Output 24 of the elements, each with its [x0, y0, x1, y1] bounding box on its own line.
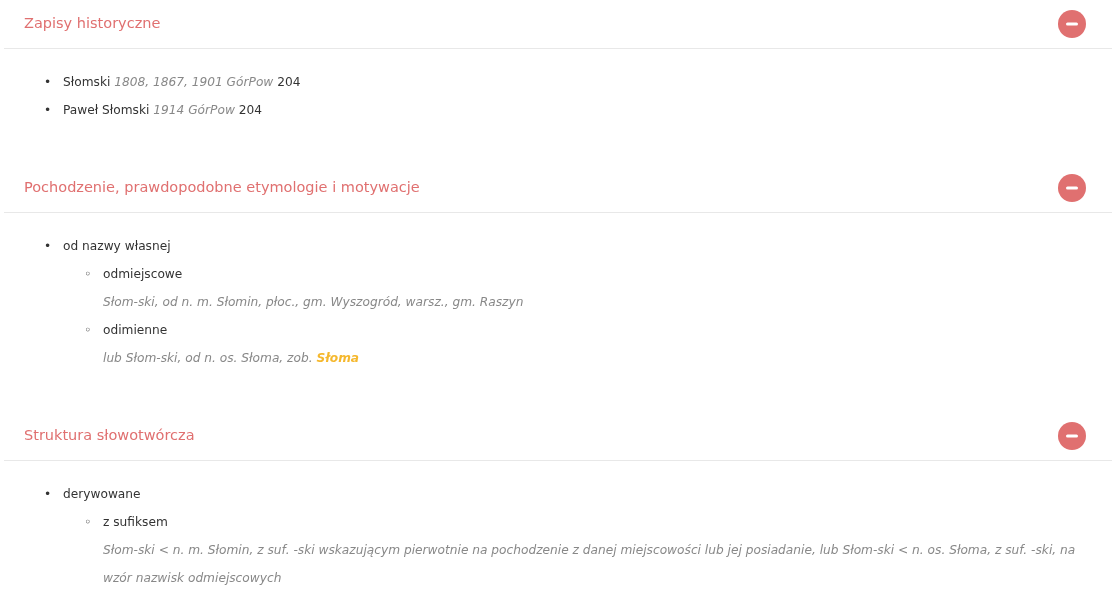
section-title: Pochodzenie, prawdopodobne etymologie i motywacje: [24, 178, 420, 198]
bullet-marker: ◦: [84, 322, 93, 339]
bullet-marker: •: [44, 238, 53, 255]
list-item-label: odmiejscowe: [103, 266, 184, 283]
list-item-label: derywowane: [63, 486, 142, 503]
list-item-label: z sufiksem: [103, 514, 169, 531]
section-title: Zapisy historyczne: [24, 14, 161, 34]
bullet-marker: •: [44, 102, 53, 119]
reference-link[interactable]: Słoma: [316, 351, 360, 365]
description-text: Słom-ski, od n. m. Słomin, płoc., gm. Wyszogród, warsz., gm. Raszyn: [103, 294, 525, 311]
bullet-marker: ◦: [84, 514, 93, 531]
list-item-label: odimienne: [103, 322, 169, 339]
record-entry: Słomski 1808, 1867, 1901 GórPow 204: [63, 74, 302, 91]
record-entry: Paweł Słomski 1914 GórPow 204: [63, 102, 263, 119]
list-item-label: od nazwy własnej: [63, 238, 172, 255]
description-text: lub Słom-ski, od n. os. Słoma, zob. Słoma: [103, 350, 361, 367]
description-text: Słom-ski < n. m. Słomin, z suf. -ski wskazującym pierwotnie na pochodzenie z danej miejscowości lub jej posiadanie, lub Słom-ski < n. os. Słoma, z suf. -ski, na wzór nazwisk odmiejscowych: [103, 542, 1077, 587]
collapse-button[interactable]: [1058, 174, 1086, 202]
section-title: Struktura słowotwórcza: [24, 426, 195, 446]
collapse-button[interactable]: [1058, 422, 1086, 450]
bullet-marker: •: [44, 74, 53, 91]
collapse-button[interactable]: [1058, 10, 1086, 38]
bullet-marker: •: [44, 486, 53, 503]
bullet-marker: ◦: [84, 266, 93, 283]
